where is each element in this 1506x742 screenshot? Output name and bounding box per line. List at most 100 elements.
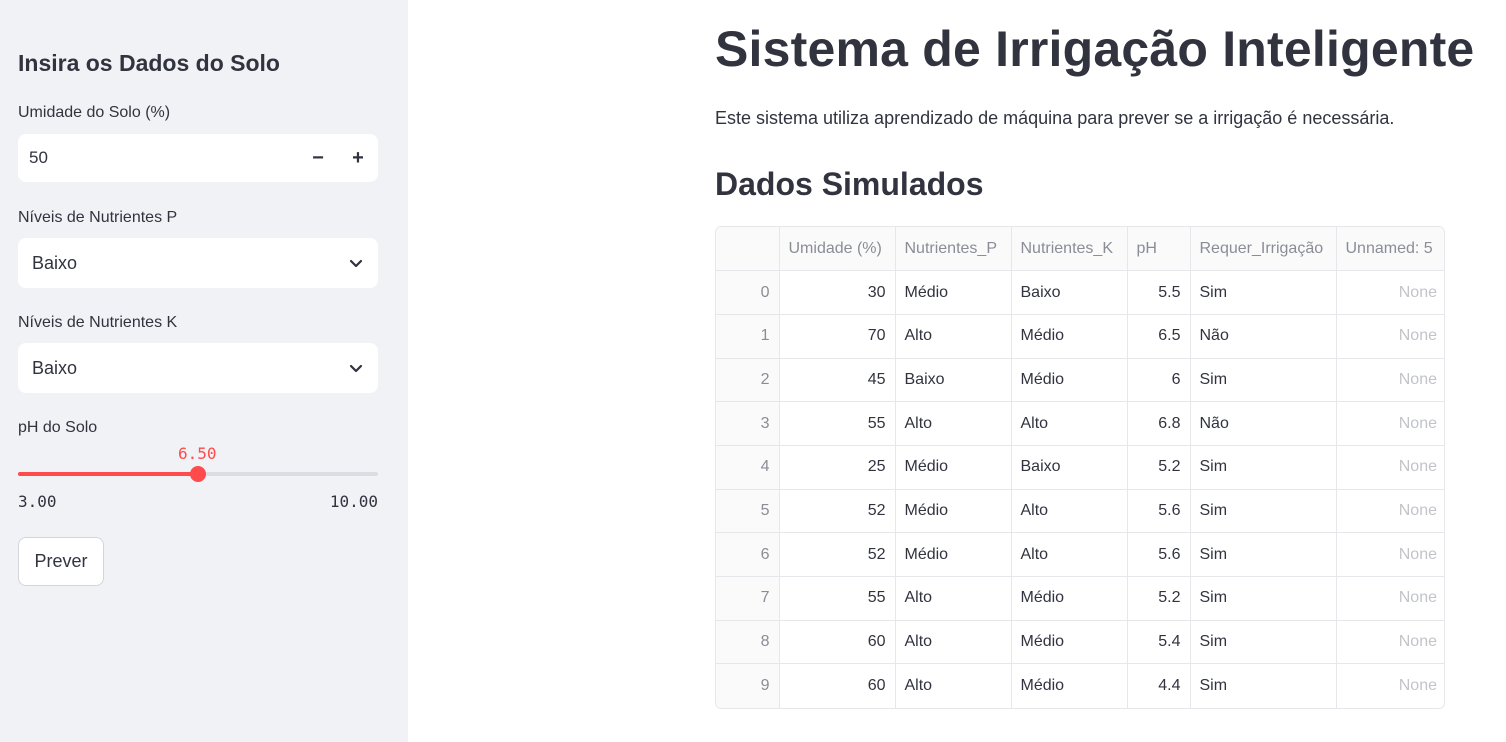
table-cell[interactable]: 5.6 bbox=[1127, 489, 1191, 534]
table-cell[interactable]: 5.5 bbox=[1127, 270, 1191, 315]
table-header-cell[interactable]: Nutrientes_K bbox=[1011, 227, 1128, 272]
table-cell[interactable]: 5.4 bbox=[1127, 620, 1191, 665]
table-cell[interactable]: Médio bbox=[895, 270, 1012, 315]
table-row[interactable]: 9 60 Alto Médio 4.4 Sim None bbox=[716, 663, 1444, 708]
ph-slider-thumb[interactable] bbox=[190, 466, 206, 482]
table-cell[interactable]: Sim bbox=[1190, 489, 1337, 534]
table-row[interactable]: 1 70 Alto Médio 6.5 Não None bbox=[716, 314, 1444, 359]
table-cell[interactable]: None bbox=[1336, 401, 1444, 446]
table-cell[interactable]: 45 bbox=[779, 358, 896, 403]
table-header-index[interactable] bbox=[716, 227, 780, 272]
table-cell[interactable]: Não bbox=[1190, 401, 1337, 446]
table-row[interactable]: 0 30 Médio Baixo 5.5 Sim None bbox=[716, 270, 1444, 315]
table-cell[interactable]: 55 bbox=[779, 576, 896, 621]
table-cell[interactable]: Sim bbox=[1190, 663, 1337, 708]
table-cell[interactable]: Alto bbox=[1011, 489, 1128, 534]
table-cell[interactable]: Alto bbox=[1011, 532, 1128, 577]
nutrient-p-selected-value: Baixo bbox=[32, 252, 78, 273]
table-cell[interactable]: Médio bbox=[895, 532, 1012, 577]
table-cell[interactable]: Médio bbox=[1011, 358, 1128, 403]
moisture-input[interactable]: 50 bbox=[18, 148, 298, 168]
table-cell[interactable]: Médio bbox=[1011, 663, 1128, 708]
table-cell[interactable]: Sim bbox=[1190, 358, 1337, 403]
table-cell[interactable]: 60 bbox=[779, 620, 896, 665]
table-row[interactable]: 4 25 Médio Baixo 5.2 Sim None bbox=[716, 445, 1444, 490]
table-row[interactable]: 7 55 Alto Médio 5.2 Sim None bbox=[716, 576, 1444, 621]
row-index-cell[interactable]: 0 bbox=[716, 270, 780, 315]
table-cell[interactable]: 60 bbox=[779, 663, 896, 708]
row-index-cell[interactable]: 4 bbox=[716, 445, 780, 490]
table-cell[interactable]: None bbox=[1336, 489, 1444, 534]
table-cell[interactable]: 5.2 bbox=[1127, 445, 1191, 490]
table-cell[interactable]: None bbox=[1336, 620, 1444, 665]
table-cell[interactable]: 55 bbox=[779, 401, 896, 446]
nutrient-k-select[interactable]: Baixo bbox=[18, 343, 378, 393]
main-content: Sistema de Irrigação Inteligente Este si… bbox=[408, 0, 1506, 742]
data-table[interactable]: Umidade (%) Nutrientes_P Nutrientes_K pH Req… bbox=[715, 226, 1445, 709]
table-header-cell[interactable]: Requer_Irrigação bbox=[1190, 227, 1337, 272]
table-cell[interactable]: None bbox=[1336, 664, 1444, 708]
table-cell[interactable]: 70 bbox=[779, 314, 896, 359]
table-cell[interactable]: None bbox=[1336, 270, 1444, 315]
table-row[interactable]: 6 52 Médio Alto 5.6 Sim None bbox=[716, 532, 1444, 577]
table-cell[interactable]: 6.5 bbox=[1127, 314, 1191, 359]
row-index-cell[interactable]: 9 bbox=[716, 663, 780, 708]
table-header-cell[interactable]: Nutrientes_P bbox=[895, 227, 1012, 272]
predict-button[interactable]: Prever bbox=[18, 537, 104, 586]
moisture-decrement-button[interactable]: − bbox=[298, 134, 338, 182]
row-index-cell[interactable]: 5 bbox=[716, 489, 780, 534]
table-row[interactable]: 3 55 Alto Alto 6.8 Não None bbox=[716, 401, 1444, 446]
table-cell[interactable]: 4.4 bbox=[1127, 663, 1191, 708]
table-cell[interactable]: Não bbox=[1190, 314, 1337, 359]
table-cell[interactable]: Baixo bbox=[895, 358, 1012, 403]
table-cell[interactable]: Alto bbox=[895, 576, 1012, 621]
table-cell[interactable]: 6.8 bbox=[1127, 401, 1191, 446]
table-row[interactable]: 8 60 Alto Médio 5.4 Sim None bbox=[716, 620, 1444, 665]
table-cell[interactable]: 25 bbox=[779, 445, 896, 490]
table-cell[interactable]: 52 bbox=[779, 532, 896, 577]
ph-slider-track[interactable] bbox=[18, 466, 378, 482]
table-cell[interactable]: Sim bbox=[1190, 445, 1337, 490]
table-cell[interactable]: 5.6 bbox=[1127, 532, 1191, 577]
table-cell[interactable]: Médio bbox=[1011, 576, 1128, 621]
table-cell[interactable]: Médio bbox=[895, 489, 1012, 534]
table-cell[interactable]: None bbox=[1336, 314, 1444, 359]
table-cell[interactable]: 52 bbox=[779, 489, 896, 534]
row-index-cell[interactable]: 8 bbox=[716, 620, 780, 665]
table-cell[interactable]: Baixo bbox=[1011, 270, 1128, 315]
table-cell[interactable]: None bbox=[1336, 445, 1444, 490]
table-header-cell[interactable]: Unnamed: 5 bbox=[1336, 227, 1444, 272]
table-header-cell[interactable]: Umidade (%) bbox=[779, 227, 896, 272]
table-cell[interactable]: Baixo bbox=[1011, 445, 1128, 490]
row-index-cell[interactable]: 2 bbox=[716, 358, 780, 403]
table-header-cell[interactable]: pH bbox=[1127, 227, 1191, 272]
table-cell[interactable]: 5.2 bbox=[1127, 576, 1191, 621]
table-cell[interactable]: Sim bbox=[1190, 532, 1337, 577]
row-index-cell[interactable]: 7 bbox=[716, 576, 780, 621]
table-cell[interactable]: Alto bbox=[895, 620, 1012, 665]
table-cell[interactable]: 6 bbox=[1127, 358, 1191, 403]
row-index-cell[interactable]: 6 bbox=[716, 532, 780, 577]
ph-slider-value: 6.50 bbox=[178, 444, 217, 463]
table-cell[interactable]: Alto bbox=[895, 401, 1012, 446]
row-index-cell[interactable]: 3 bbox=[716, 401, 780, 446]
table-cell[interactable]: Médio bbox=[1011, 314, 1128, 359]
table-cell[interactable]: None bbox=[1336, 576, 1444, 621]
table-cell[interactable]: 30 bbox=[779, 270, 896, 315]
nutrient-p-select[interactable]: Baixo bbox=[18, 238, 378, 288]
table-row[interactable]: 2 45 Baixo Médio 6 Sim None bbox=[716, 358, 1444, 403]
row-index-cell[interactable]: 1 bbox=[716, 314, 780, 359]
table-cell[interactable]: Alto bbox=[1011, 401, 1128, 446]
table-cell[interactable]: Médio bbox=[895, 445, 1012, 490]
moisture-increment-button[interactable]: + bbox=[338, 134, 378, 182]
table-cell[interactable]: Médio bbox=[1011, 620, 1128, 665]
table-cell[interactable]: Alto bbox=[895, 663, 1012, 708]
table-cell[interactable]: None bbox=[1336, 532, 1444, 577]
table-cell[interactable]: None bbox=[1336, 358, 1444, 403]
table-cell[interactable]: Sim bbox=[1190, 576, 1337, 621]
table-cell[interactable]: Sim bbox=[1190, 620, 1337, 665]
table-row[interactable]: 5 52 Médio Alto 5.6 Sim None bbox=[716, 489, 1444, 534]
table-cell[interactable]: Sim bbox=[1190, 270, 1337, 315]
page-title: Sistema de Irrigação Inteligente bbox=[715, 21, 1475, 77]
table-cell[interactable]: Alto bbox=[895, 314, 1012, 359]
